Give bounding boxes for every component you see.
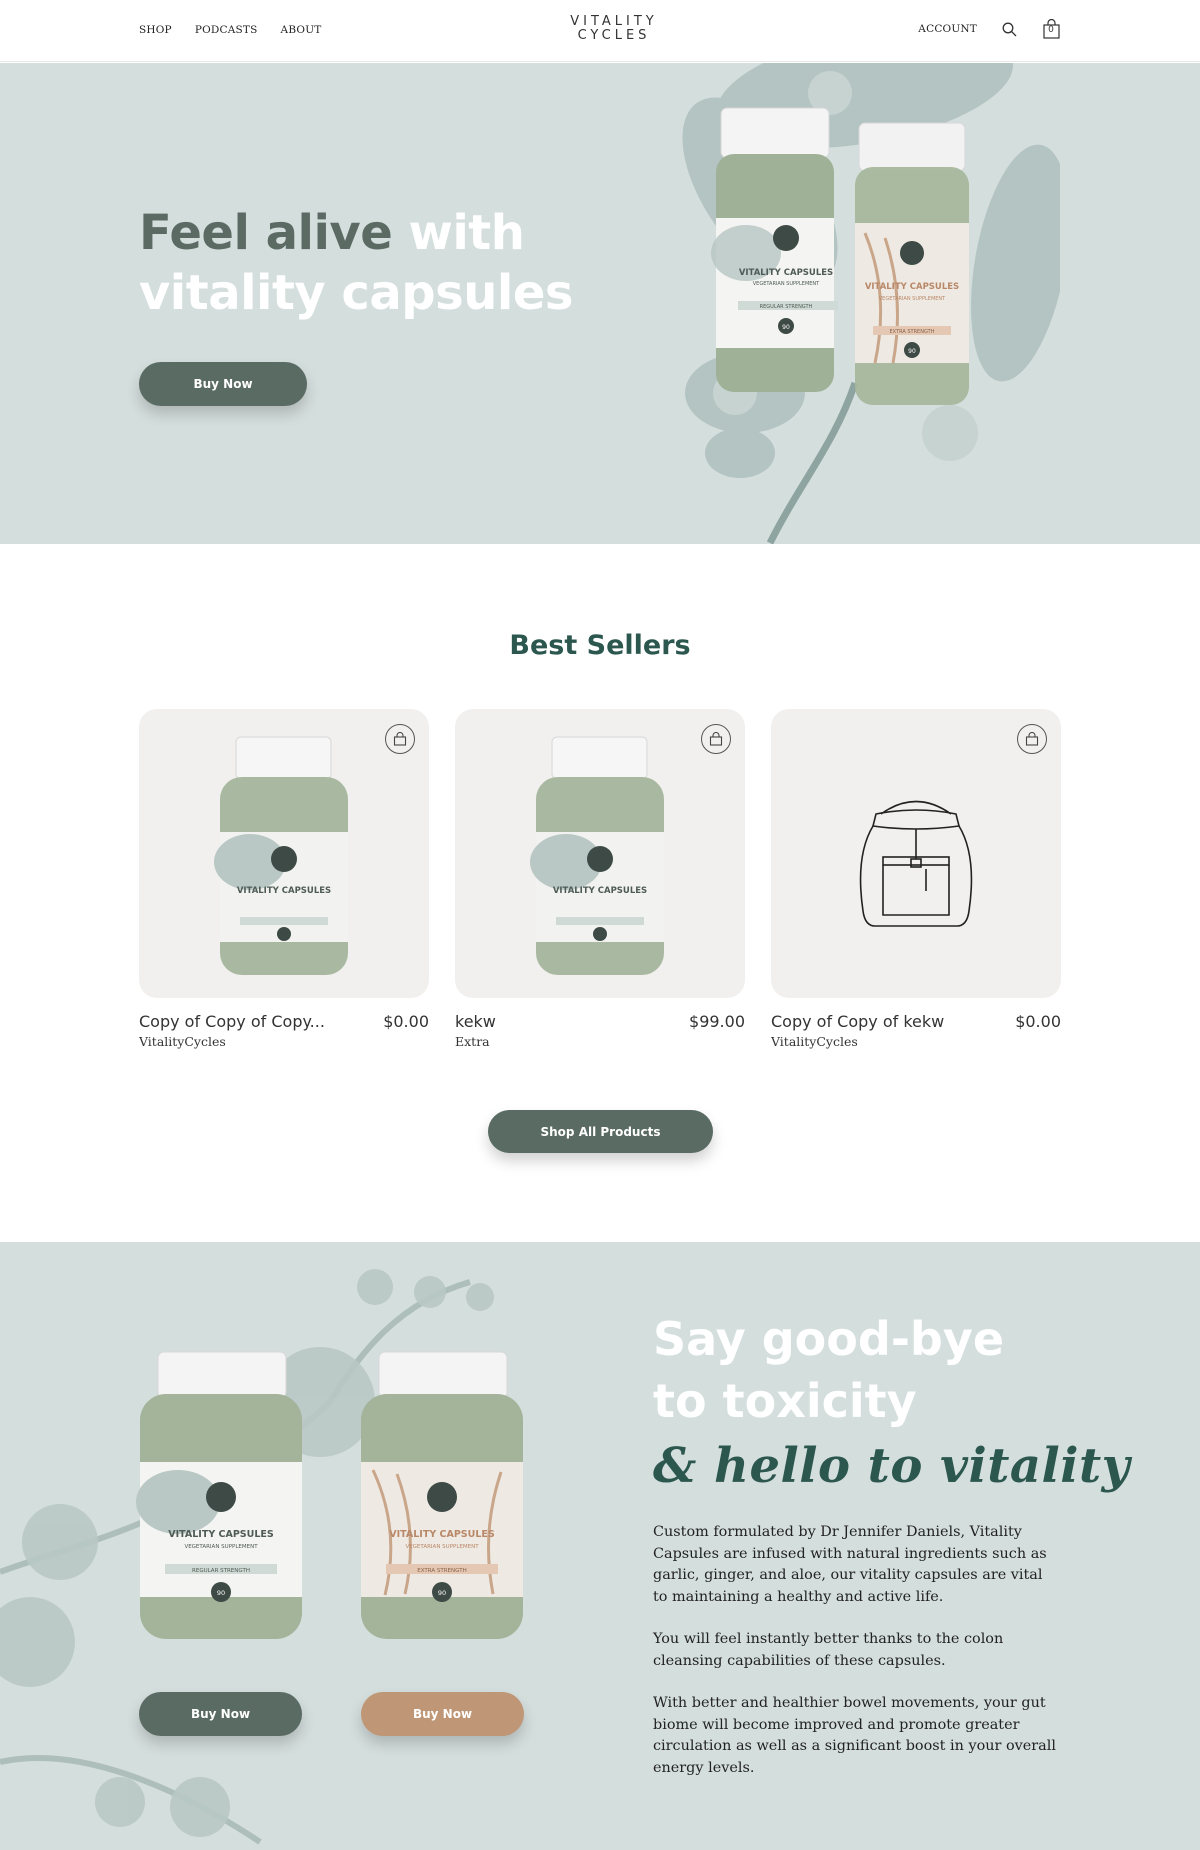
jar-extra-text: EXTRA STRENGTH: [890, 329, 935, 335]
search-icon[interactable]: [999, 18, 1019, 40]
jar-brand-text: VITALITY CAPSULES: [389, 1529, 495, 1540]
shop-all-products-button[interactable]: Shop All Products: [488, 1110, 713, 1153]
site-header: SHOP PODCASTS ABOUT VITALITY CYCLES ACCO…: [0, 0, 1200, 62]
product-name[interactable]: Copy of Copy of kekw: [771, 1012, 944, 1031]
promo-paragraph: With better and healthier bowel movement…: [653, 1695, 1056, 1776]
promo-title: Say good-bye to toxicity: [653, 1312, 1005, 1428]
hero-title-dark: Feel alive: [139, 205, 393, 261]
jar-brand-text: VITALITY CAPSULES: [865, 282, 959, 292]
hero-buy-now-button[interactable]: Buy Now: [139, 362, 307, 406]
main-nav: SHOP PODCASTS ABOUT: [139, 24, 322, 36]
product-image[interactable]: [771, 709, 1061, 998]
product-name[interactable]: kekw: [455, 1012, 496, 1031]
product-price: $0.00: [1015, 1012, 1061, 1031]
jar-subtitle-text: VEGETARIAN SUPPLEMENT: [753, 281, 820, 287]
cart-count: 0: [1048, 25, 1054, 35]
jar-count-text: 90: [217, 1589, 225, 1597]
product-vendor: Extra: [455, 1034, 490, 1049]
logo-line-2: CYCLES: [577, 28, 651, 43]
product-meta: Copy of Copy of kekw $0.00 VitalityCycle…: [771, 1012, 1061, 1052]
add-to-cart-icon[interactable]: [1017, 724, 1047, 754]
backpack-icon: [859, 800, 973, 927]
product-meta: Copy of Copy of Copy... $0.00 VitalityCy…: [139, 1012, 429, 1052]
product-vendor: VitalityCycles: [771, 1034, 858, 1049]
jar-count-text: 90: [438, 1589, 446, 1597]
jar-regular-text: REGULAR STRENGTH: [760, 304, 813, 310]
jar-brand-text: VITALITY CAPSULES: [553, 886, 647, 896]
product-card[interactable]: VITALITY CAPSULES Copy of Copy of Copy..…: [139, 709, 429, 1052]
jar-count-text: 90: [782, 324, 790, 331]
best-sellers-title: Best Sellers: [509, 630, 691, 661]
jar-subtitle-text: VEGETARIAN SUPPLEMENT: [879, 296, 946, 302]
jar-brand-text: VITALITY CAPSULES: [739, 268, 833, 278]
product-meta: kekw $99.00 Extra: [455, 1012, 745, 1052]
product-card[interactable]: Copy of Copy of kekw $0.00 VitalityCycle…: [771, 709, 1061, 1052]
jar-regular-text: REGULAR STRENGTH: [192, 1568, 250, 1574]
jar-brand-text: VITALITY CAPSULES: [237, 886, 331, 896]
product-name[interactable]: Copy of Copy of Copy...: [139, 1012, 325, 1031]
cart-icon[interactable]: 0: [1041, 18, 1061, 40]
capsule-jar-icon: VITALITY CAPSULES: [214, 736, 348, 975]
account-link[interactable]: ACCOUNT: [918, 23, 977, 35]
add-to-cart-icon[interactable]: [701, 724, 731, 754]
logo-line-1: VITALITY: [570, 14, 658, 29]
promo-section: VITALITY CAPSULES VEGETARIAN SUPPLEMENT …: [0, 1242, 1200, 1850]
header-actions: ACCOUNT 0: [918, 18, 1061, 40]
promo-paragraph: You will feel instantly better thanks to…: [653, 1631, 1004, 1669]
jar-subtitle-text: VEGETARIAN SUPPLEMENT: [184, 1544, 258, 1550]
promo-product-image: VITALITY CAPSULES VEGETARIAN SUPPLEMENT …: [0, 1269, 523, 1845]
jar-brand-text: VITALITY CAPSULES: [168, 1529, 274, 1540]
capsule-jar-icon: VITALITY CAPSULES: [530, 736, 664, 975]
hero-product-image: VITALITY CAPSULES VEGETARIAN SUPPLEMENT …: [682, 63, 1060, 544]
product-price: $0.00: [383, 1012, 429, 1031]
nav-shop[interactable]: SHOP: [139, 24, 172, 36]
product-card[interactable]: VITALITY CAPSULES kekw $99.00 Extra: [455, 709, 745, 1052]
site-logo[interactable]: VITALITY CYCLES: [530, 15, 698, 43]
product-image[interactable]: VITALITY CAPSULES: [139, 709, 429, 998]
product-vendor: VitalityCycles: [139, 1034, 226, 1049]
promo-script-title: & hello to vitality: [653, 1438, 1131, 1494]
buy-now-extra-button[interactable]: Buy Now: [361, 1692, 524, 1736]
jar-count-text: 90: [908, 348, 916, 355]
promo-paragraph: Custom formulated by Dr Jennifer Daniels…: [653, 1524, 1047, 1605]
jar-extra-text: EXTRA STRENGTH: [417, 1568, 466, 1574]
add-to-cart-icon[interactable]: [385, 724, 415, 754]
hero-title: Feel alive with vitality capsules: [139, 203, 599, 323]
product-price: $99.00: [689, 1012, 745, 1031]
promo-body: Custom formulated by Dr Jennifer Daniels…: [653, 1522, 1058, 1800]
nav-about[interactable]: ABOUT: [281, 24, 322, 36]
buy-now-regular-button[interactable]: Buy Now: [139, 1692, 302, 1736]
hero-section: Feel alive with vitality capsules Buy No…: [0, 63, 1200, 544]
product-image[interactable]: VITALITY CAPSULES: [455, 709, 745, 998]
jar-subtitle-text: VEGETARIAN SUPPLEMENT: [405, 1544, 479, 1550]
nav-podcasts[interactable]: PODCASTS: [195, 24, 258, 36]
